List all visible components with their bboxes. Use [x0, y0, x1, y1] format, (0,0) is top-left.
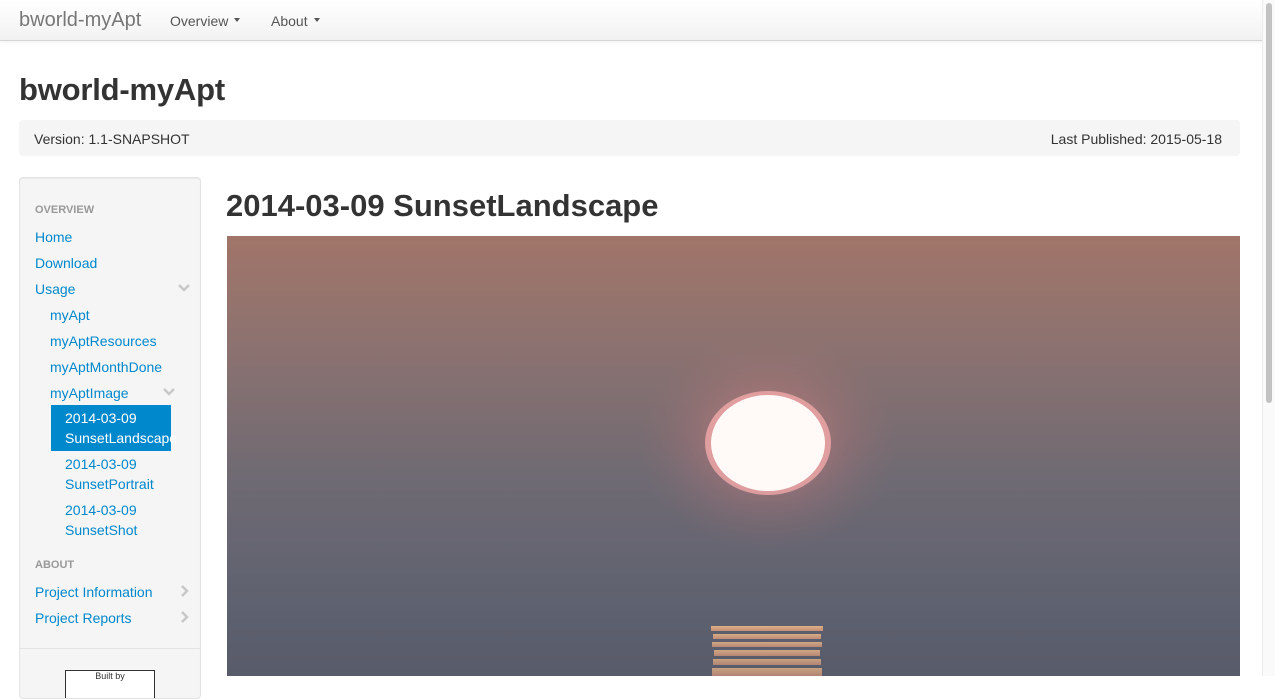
version-label: Version: 1.1-SNAPSHOT: [34, 131, 190, 147]
caret-down-icon: [234, 18, 241, 23]
sidebar-item-myaptresources[interactable]: myAptResources: [50, 333, 157, 349]
last-published-label: Last Published: 2015-05-18: [1050, 131, 1222, 147]
menu-overview-label: Overview: [170, 13, 229, 29]
sidebar-item-sunsetshot[interactable]: 2014-03-09 SunsetShot: [65, 500, 137, 540]
top-navbar: bworld-myApt Overview About: [0, 0, 1275, 41]
breadcrumb: Version: 1.1-SNAPSHOT Last Published: 20…: [19, 120, 1240, 156]
page-scrollbar[interactable]: [1262, 0, 1275, 676]
sidebar-header-overview: OVERVIEW: [35, 204, 95, 216]
sidebar-item-name: SunsetPortrait: [65, 476, 154, 492]
page-title: bworld-myApt: [19, 72, 225, 107]
menu-overview[interactable]: Overview: [170, 13, 241, 29]
sidebar-item-myaptimage[interactable]: myAptImage: [50, 385, 129, 401]
sidebar-item-download[interactable]: Download: [35, 255, 97, 271]
sidebar-item-myapt[interactable]: myApt: [50, 307, 90, 323]
sidebar-divider: [20, 648, 200, 649]
sidebar-item-date: 2014-03-09: [65, 410, 137, 426]
sidebar-item-usage[interactable]: Usage: [35, 281, 75, 297]
menu-about[interactable]: About: [271, 13, 320, 29]
sunset-landscape-image: [227, 236, 1240, 676]
chevron-right-icon[interactable]: [178, 610, 192, 624]
sidebar-item-date: 2014-03-09: [65, 502, 137, 518]
built-by-label: Built by: [95, 671, 125, 681]
brand-link[interactable]: bworld-myApt: [19, 9, 141, 32]
sidebar-item-project-reports[interactable]: Project Reports: [35, 610, 131, 626]
sidebar-item-sunsetportrait[interactable]: 2014-03-09 SunsetPortrait: [65, 454, 154, 494]
menu-about-label: About: [271, 13, 308, 29]
sidebar: OVERVIEW Home Download Usage myApt myApt…: [19, 177, 201, 699]
content-title: 2014-03-09 SunsetLandscape: [226, 188, 659, 223]
sidebar-item-name: SunsetShot: [65, 522, 138, 538]
scrollbar-thumb[interactable]: [1266, 3, 1272, 403]
built-by-badge[interactable]: Built by: [65, 670, 155, 698]
chevron-right-icon[interactable]: [178, 584, 192, 598]
sidebar-item-home[interactable]: Home: [35, 229, 72, 245]
sidebar-item-date: 2014-03-09: [65, 456, 137, 472]
sidebar-item-sunsetlandscape[interactable]: 2014-03-09 SunsetLandscape: [51, 405, 178, 451]
sidebar-item-name: SunsetLandscape: [65, 430, 178, 446]
sidebar-header-about: ABOUT: [35, 559, 75, 571]
sidebar-item-project-information[interactable]: Project Information: [35, 584, 153, 600]
chevron-down-icon[interactable]: [162, 385, 176, 399]
caret-down-icon: [313, 18, 320, 23]
chevron-down-icon[interactable]: [177, 281, 191, 295]
sidebar-item-myaptmonthdone[interactable]: myAptMonthDone: [50, 359, 162, 375]
